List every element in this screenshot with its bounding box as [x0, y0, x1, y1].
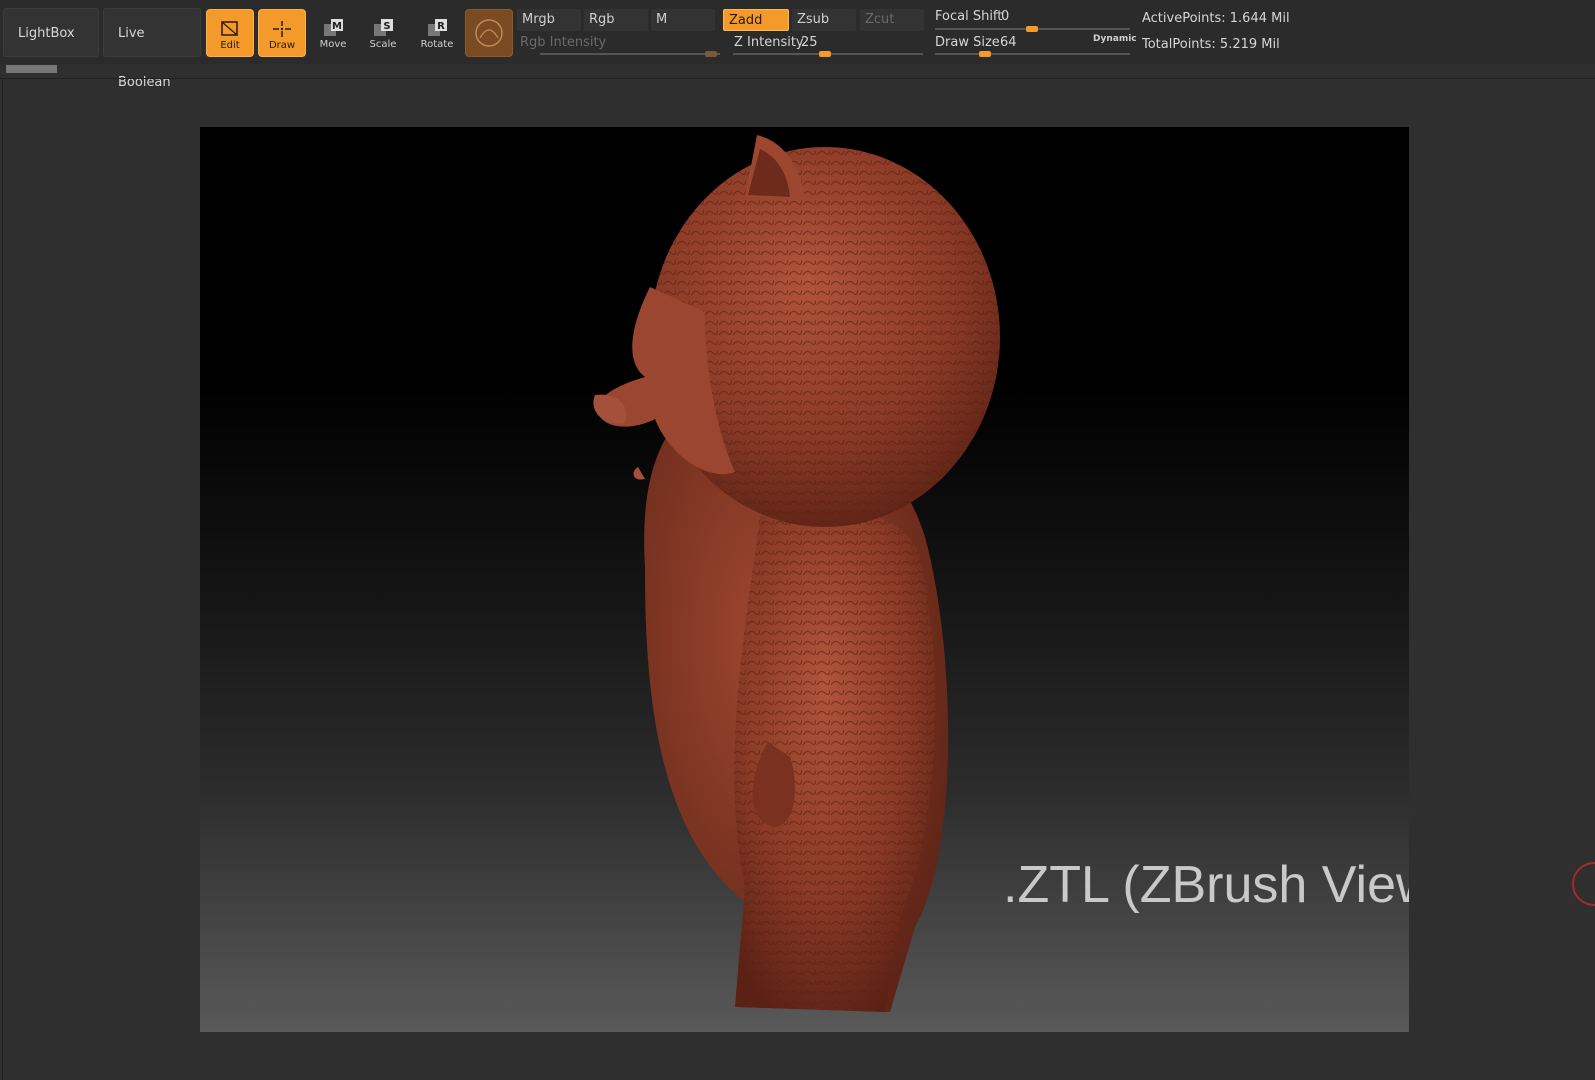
dynamic-toggle[interactable]: Dynamic	[1093, 34, 1137, 44]
m-toggle[interactable]: M	[651, 9, 715, 31]
viewport-caption: .ZTL (ZBrush Viewport)	[1003, 856, 1409, 914]
focal-shift-label: Focal Shift	[935, 9, 1003, 24]
live-boolean-button[interactable]: Live Boolean	[103, 8, 201, 90]
total-points-readout: TotalPoints: 5.219 Mil	[1142, 37, 1280, 52]
toolbar-divider	[0, 78, 1595, 79]
z-intensity-label: Z Intensity	[734, 35, 804, 50]
document-viewport[interactable]: .ZTL (ZBrush Viewport)	[200, 127, 1409, 1032]
rgb-intensity-handle[interactable]	[705, 51, 717, 57]
material-sphere-icon	[475, 19, 503, 47]
active-points-readout: ActivePoints: 1.644 Mil	[1142, 11, 1290, 26]
rotate-button[interactable]: R Rotate	[413, 9, 461, 57]
scale-icon: S	[374, 19, 393, 36]
draw-size-label: Draw Size	[935, 35, 1000, 50]
mrgb-toggle[interactable]: Mrgb	[517, 9, 581, 31]
move-label: Move	[319, 39, 347, 50]
scale-button[interactable]: S Scale	[359, 9, 407, 57]
scale-label: Scale	[369, 39, 397, 50]
edit-label: Edit	[220, 40, 240, 51]
draw-size-value: 64	[1000, 35, 1017, 50]
zadd-toggle[interactable]: Zadd	[723, 9, 789, 31]
draw-size-slider[interactable]	[935, 53, 1130, 55]
red-circle-marker	[1572, 862, 1595, 906]
svg-text:M: M	[332, 21, 342, 32]
draw-size-handle[interactable]	[979, 51, 991, 57]
rotate-icon: R	[428, 19, 447, 36]
edit-icon	[221, 21, 238, 36]
material-button[interactable]	[465, 9, 513, 57]
rgb-intensity-slider[interactable]	[540, 53, 720, 55]
rotate-label: Rotate	[420, 39, 454, 50]
z-intensity-handle[interactable]	[819, 51, 831, 57]
rgb-toggle[interactable]: Rgb	[584, 9, 648, 31]
left-tray-edge	[2, 80, 3, 1080]
zcut-toggle[interactable]: Zcut	[860, 9, 924, 31]
focal-shift-value: 0	[1001, 9, 1010, 24]
scroll-tab[interactable]	[6, 65, 57, 73]
draw-button[interactable]: Draw	[258, 9, 306, 57]
draw-label: Draw	[268, 40, 296, 51]
edit-button[interactable]: Edit	[206, 9, 254, 57]
z-intensity-value: 25	[801, 35, 818, 50]
focal-shift-handle[interactable]	[1026, 26, 1038, 32]
move-icon: M	[324, 19, 343, 36]
svg-text:S: S	[383, 21, 390, 32]
top-toolbar: LightBox Live Boolean Edit Draw M Move S…	[0, 0, 1595, 90]
lightbox-button[interactable]: LightBox	[3, 8, 99, 57]
zsub-toggle[interactable]: Zsub	[792, 9, 856, 31]
move-button[interactable]: M Move	[309, 9, 357, 57]
svg-text:R: R	[437, 21, 445, 32]
draw-icon	[273, 21, 291, 37]
rgb-intensity-label: Rgb Intensity	[520, 35, 607, 50]
